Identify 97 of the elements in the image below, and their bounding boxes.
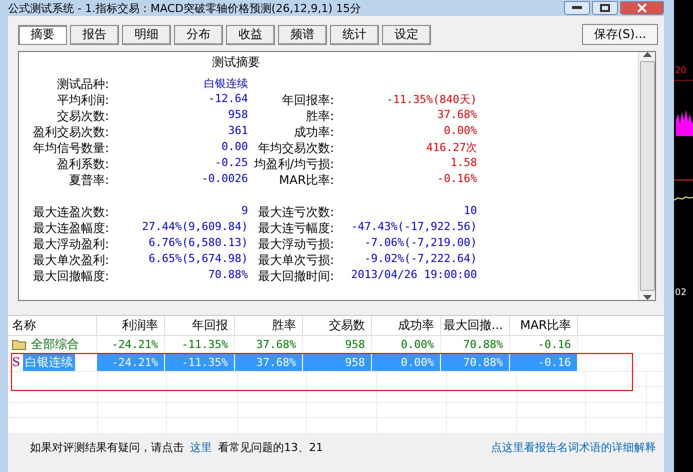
stat-label: 最大连亏次数: [256,204,334,220]
stat-label: 夏普率: [68,172,109,188]
stat-label: 盈利交易次数: [32,124,109,140]
stat-value: 37.68% [436,108,477,123]
table-cell: -24.21% [97,336,165,353]
stat-label: MAR比率: [278,172,334,188]
stat-value: 0.00 [220,140,248,155]
table-cell: -24.21% [97,354,165,371]
glossary-link[interactable]: 点这里看报告名词术语的详细解释 [491,440,656,454]
close-icon [637,3,647,13]
stat-value: 27.44%(9,609.84) [141,220,248,235]
stat-label: 盈利系数: [56,156,109,172]
tab[interactable]: 报告 [70,24,119,44]
column-header[interactable]: MAR比率 [510,316,578,335]
help-link[interactable]: 这里 [190,440,212,454]
stat-label: 交易次数: [56,108,109,124]
stat-value: 6.76%(6,580.13) [148,236,248,251]
help-text: 看常见问题的13、21 [218,440,323,454]
table-cell: -0.16 [510,336,578,353]
maximize-button[interactable] [592,1,618,15]
close-button[interactable] [620,1,664,15]
chart-label: 20 [675,66,686,76]
save-button[interactable]: 保存(S)... [582,24,658,45]
chart-label: 02 [675,288,686,298]
table-cell: 0.00% [372,354,441,371]
table-cell: 70.88% [441,354,510,371]
stat-value: -11.35%(840天) [386,92,477,108]
summary-title: 测试摘要 [212,55,260,69]
column-header[interactable]: 交易数 [303,316,372,335]
table-cell: 958 [303,354,372,371]
stat-value: 2013/04/26 19:00:00 [350,268,477,283]
column-header[interactable]: 年回报 [165,316,235,335]
row-name[interactable]: 全部综合 [29,336,81,353]
stat-value: -7.06%(-7,219.00) [363,236,477,251]
stat-label: 最大回撤时间: [256,268,334,284]
window-title: 公式测试系统 - 1.指标交易：MACD突破零轴价格预测(26,12,9,1) 15分 [8,0,361,16]
stat-label: 最大连盈幅度: [32,220,109,236]
stat-label: 年均信号数量: [32,140,109,156]
table-cell: 37.68% [235,354,303,371]
column-header[interactable]: 最大回撤... [441,316,510,335]
stat-value: 0.00% [442,124,477,139]
table-cell: 70.88% [441,336,510,353]
stat-label: 成功率: [292,124,334,140]
stat-value: -0.16% [436,172,477,187]
stat-value: -12.64 [207,92,248,107]
stat-value: 416.27次 [425,140,477,156]
stat-value: 9 [240,204,248,219]
stat-label: 年回报率: [280,92,334,108]
stat-value: 958 [227,108,248,123]
tab[interactable]: 收益 [226,24,275,44]
stat-label: 最大浮动盈利: [32,236,109,252]
table-cell: 37.68% [235,336,303,353]
folder-icon [12,338,26,350]
column-header[interactable]: 名称 [8,316,97,335]
tab[interactable]: 设定 [382,24,431,44]
stat-value: 361 [227,124,248,139]
help-text: 如果对评测结果有疑问，请点击 [30,440,184,454]
stat-label: 胜率: [304,108,334,124]
tab[interactable]: 明细 [122,24,171,44]
table-cell: 958 [303,336,372,353]
stat-value: 70.88% [207,268,248,283]
table-cell: -11.35% [165,354,235,371]
table-cell: -0.16 [510,354,578,371]
maximize-icon [600,4,610,12]
column-header[interactable]: 利润率 [97,316,165,335]
stat-value: 6.65%(5,674.98) [148,252,248,267]
stat-value: 白银连续 [203,76,248,92]
stat-label: 最大回撤幅度: [32,268,109,284]
tab[interactable]: 频谱 [278,24,327,44]
table-cell: 0.00% [372,336,441,353]
stat-label: 均盈利/均亏损: [252,156,334,172]
stat-value: 10 [462,204,477,219]
stat-label: 最大连亏幅度: [256,220,334,236]
stat-label: 年均交易次数: [256,140,334,156]
tab[interactable]: 摘要 [18,24,67,44]
stat-label: 最大单次亏损: [256,252,334,268]
stat-label: 最大单次盈利: [32,252,109,268]
scroll-down-icon[interactable] [642,295,652,300]
stat-value: 1.58 [450,156,477,171]
column-header[interactable]: 胜率 [235,316,303,335]
stat-label: 平均利润: [56,92,109,108]
stat-value: -0.0026 [200,172,248,187]
stat-label: 测试品种: [56,76,109,92]
symbol-letter: S [12,355,20,370]
scrollbar[interactable] [638,52,655,300]
minimize-button[interactable] [564,1,590,15]
minimize-icon [572,6,582,10]
tab[interactable]: 统计 [330,24,379,44]
stat-value: -9.02%(-7,222.64) [363,252,477,267]
stat-label: 最大连盈次数: [32,204,109,220]
tab[interactable]: 分布 [174,24,223,44]
table-cell: -11.35% [165,336,235,353]
stat-value: -0.25 [214,156,248,171]
stat-label: 最大浮动亏损: [256,236,334,252]
stat-value: -47.43%(-17,922.56) [350,220,477,235]
scroll-up-icon[interactable] [642,52,652,57]
column-header[interactable]: 成功率 [372,316,441,335]
